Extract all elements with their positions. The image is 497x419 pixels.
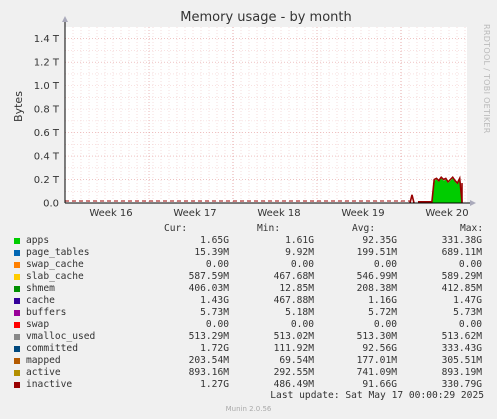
legend-name: buffers xyxy=(26,307,67,318)
legend-avg: 0.00 xyxy=(373,319,397,330)
y-axis-arrow xyxy=(62,16,68,22)
legend-avg: 92.35G xyxy=(362,235,397,246)
version-label: Munin 2.0.56 xyxy=(225,405,272,413)
y-tick-label: 0.4 T xyxy=(34,152,60,163)
legend-name: page_tables xyxy=(26,247,90,258)
legend-max: 412.85M xyxy=(441,283,482,294)
legend-name: active xyxy=(26,367,61,378)
legend-avg: 546.99M xyxy=(356,271,397,282)
legend-min: 111.92M xyxy=(273,343,314,354)
last-update: Last update: Sat May 17 00:00:29 2025 xyxy=(270,390,484,401)
legend-cur: 893.16M xyxy=(188,367,229,378)
legend-cur: 406.03M xyxy=(188,283,229,294)
legend-min: 513.02M xyxy=(273,331,314,342)
legend-max: 333.43G xyxy=(441,343,482,354)
legend-swatch xyxy=(14,370,20,376)
y-tick-label: 1.4 T xyxy=(34,34,60,45)
legend-swatch xyxy=(14,310,20,316)
y-tick-label: 0.0 xyxy=(43,199,59,210)
y-tick-label: 1.2 T xyxy=(34,58,60,69)
legend-avg: 741.09M xyxy=(356,367,397,378)
legend-avg: 92.56G xyxy=(362,343,397,354)
legend-swatch xyxy=(14,382,20,388)
legend-header-min: Min: xyxy=(257,223,281,234)
y-tick-label: 1.0 T xyxy=(34,81,60,92)
x-tick-label: Week 19 xyxy=(341,208,384,219)
legend-max: 331.38G xyxy=(441,235,482,246)
legend-cur: 1.72G xyxy=(200,343,229,354)
legend-min: 292.55M xyxy=(273,367,314,378)
legend-swatch xyxy=(14,322,20,328)
legend-swatch xyxy=(14,274,20,280)
y-tick-label: 0.6 T xyxy=(34,128,60,139)
legend-min: 69.54M xyxy=(279,355,314,366)
legend-max: 1.47G xyxy=(453,295,482,306)
legend-min: 12.85M xyxy=(279,283,314,294)
legend-avg: 5.72M xyxy=(368,307,397,318)
legend-swatch xyxy=(14,238,20,244)
legend-name: swap_cache xyxy=(26,259,84,270)
legend-cur: 5.73M xyxy=(200,307,229,318)
x-tick-label: Week 20 xyxy=(425,208,468,219)
legend-cur: 0.00 xyxy=(205,259,229,270)
legend-min: 0.00 xyxy=(290,319,314,330)
legend-avg: 513.30M xyxy=(356,331,397,342)
legend-header-avg: Avg: xyxy=(352,223,376,234)
legend-swatch xyxy=(14,286,20,292)
legend-name: swap xyxy=(26,319,50,330)
legend-avg: 0.00 xyxy=(373,259,397,270)
legend-cur: 1.43G xyxy=(200,295,229,306)
legend-cur: 1.27G xyxy=(200,379,229,390)
legend-max: 893.19M xyxy=(441,367,482,378)
legend-header-max: Max: xyxy=(460,223,484,234)
legend-swatch xyxy=(14,262,20,268)
x-tick-label: Week 17 xyxy=(173,208,216,219)
legend-name: inactive xyxy=(26,379,73,390)
legend-max: 589.29M xyxy=(441,271,482,282)
legend-max: 5.73M xyxy=(453,307,482,318)
legend-swatch xyxy=(14,334,20,340)
legend-cur: 587.59M xyxy=(188,271,229,282)
legend-name: vmalloc_used xyxy=(26,331,96,342)
legend-max: 689.11M xyxy=(441,247,482,258)
legend-cur: 0.00 xyxy=(205,319,229,330)
x-axis-arrow xyxy=(470,200,476,206)
legend-min: 467.88M xyxy=(273,295,314,306)
legend-swatch xyxy=(14,358,20,364)
legend-min: 5.18M xyxy=(285,307,314,318)
legend-name: slab_cache xyxy=(26,271,84,282)
legend-name: cache xyxy=(26,295,55,306)
legend-cur: 15.39M xyxy=(194,247,229,258)
legend-avg: 208.38M xyxy=(356,283,397,294)
legend-name: mapped xyxy=(26,355,61,366)
legend-cur: 1.65G xyxy=(200,235,229,246)
legend-avg: 1.16G xyxy=(368,295,397,306)
chart-canvas: Memory usage - by month RRDTOOL / TOBI O… xyxy=(0,0,497,419)
y-tick-label: 0.2 T xyxy=(34,175,60,186)
x-tick-label: Week 18 xyxy=(257,208,300,219)
legend-name: committed xyxy=(26,343,78,354)
legend-max: 513.62M xyxy=(441,331,482,342)
legend-min: 0.00 xyxy=(290,259,314,270)
legend-header-cur: Cur: xyxy=(164,223,188,234)
legend-name: apps xyxy=(26,235,50,246)
legend-max: 0.00 xyxy=(458,259,482,270)
y-tick-label: 0.8 T xyxy=(34,105,60,116)
legend-avg: 199.51M xyxy=(356,247,397,258)
legend-min: 9.92M xyxy=(285,247,314,258)
x-tick-label: Week 16 xyxy=(89,208,132,219)
legend-min: 467.68M xyxy=(273,271,314,282)
legend-swatch xyxy=(14,298,20,304)
legend-avg: 177.01M xyxy=(356,355,397,366)
legend-max: 305.51M xyxy=(441,355,482,366)
legend-cur: 203.54M xyxy=(188,355,229,366)
legend-min: 1.61G xyxy=(285,235,314,246)
plot-area xyxy=(65,27,467,203)
legend-swatch xyxy=(14,346,20,352)
legend-name: shmem xyxy=(26,283,55,294)
legend-swatch xyxy=(14,250,20,256)
legend-cur: 513.29M xyxy=(188,331,229,342)
legend-max: 0.00 xyxy=(458,319,482,330)
